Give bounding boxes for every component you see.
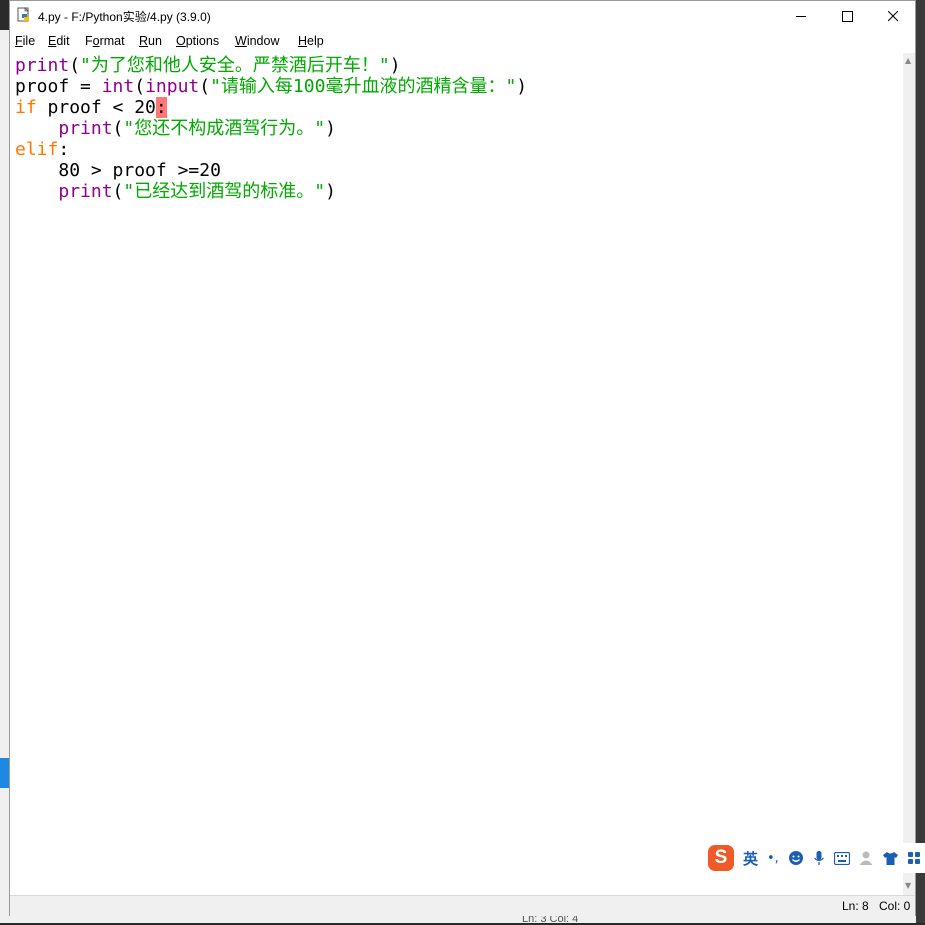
status-bar: Ln: 8 Col: 0 bbox=[10, 895, 915, 916]
microphone-icon[interactable] bbox=[813, 843, 825, 873]
desktop-background bbox=[916, 0, 925, 923]
close-button[interactable] bbox=[870, 1, 916, 31]
grid-icon[interactable] bbox=[907, 843, 920, 873]
code-line-4: print("您还不构成酒驾行为。") bbox=[58, 118, 336, 139]
ime-punctuation-toggle[interactable]: •, bbox=[767, 843, 779, 873]
ime-toolbar: S 英 •, bbox=[706, 843, 925, 873]
code-editor[interactable]: print("为了您和他人安全。严禁酒后开车！") proof = int(in… bbox=[10, 53, 903, 895]
menu-edit[interactable]: Edit bbox=[48, 34, 70, 48]
scroll-up-icon[interactable]: ▲ bbox=[905, 56, 911, 65]
ime-language-toggle[interactable]: 英 bbox=[743, 843, 758, 873]
menu-format[interactable]: Format bbox=[85, 34, 125, 48]
matching-colon-highlight: : bbox=[155, 97, 167, 118]
line-number: Ln: 8 bbox=[842, 899, 869, 913]
keyboard-icon[interactable] bbox=[833, 843, 850, 873]
code-line-2: proof = int(input("请输入每100毫升血液的酒精含量：") bbox=[15, 76, 528, 97]
idle-editor-window: 4.py - F:/Python实验/4.py (3.9.0) File Edi… bbox=[9, 0, 916, 916]
code-line-5: elif: bbox=[15, 139, 70, 160]
close-icon bbox=[887, 10, 898, 21]
code-line-1: print("为了您和他人安全。严禁酒后开车！") bbox=[15, 55, 401, 76]
code-line-3: if proof < 20: bbox=[15, 97, 167, 118]
background-window-selection bbox=[0, 758, 9, 788]
minimize-icon bbox=[795, 15, 806, 17]
menu-options[interactable]: Options bbox=[176, 34, 219, 48]
menu-help[interactable]: Help bbox=[298, 34, 324, 48]
menu-file[interactable]: File bbox=[15, 34, 35, 48]
code-line-6: 80 > proof >=20 bbox=[58, 160, 221, 181]
menu-window[interactable]: Window bbox=[235, 34, 279, 48]
python-file-icon bbox=[17, 7, 29, 22]
column-number: Col: 0 bbox=[879, 899, 911, 913]
sogou-logo-icon[interactable]: S bbox=[708, 845, 734, 871]
minimize-button[interactable] bbox=[778, 1, 824, 31]
maximize-button[interactable] bbox=[824, 1, 870, 31]
scroll-down-icon[interactable]: ▼ bbox=[905, 881, 911, 890]
emoji-icon[interactable] bbox=[788, 843, 804, 873]
shirt-icon[interactable] bbox=[882, 843, 899, 873]
user-icon[interactable] bbox=[859, 843, 873, 873]
maximize-icon bbox=[841, 10, 853, 22]
title-bar[interactable]: 4.py - F:/Python实验/4.py (3.9.0) bbox=[10, 1, 915, 31]
menu-run[interactable]: Run bbox=[139, 34, 162, 48]
menu-bar: File Edit Format Run Options Window Help bbox=[10, 31, 915, 51]
code-line-7: print("已经达到酒驾的标准。") bbox=[58, 181, 336, 202]
window-title: 4.py - F:/Python实验/4.py (3.9.0) bbox=[38, 10, 211, 24]
vertical-scrollbar[interactable]: ▲ ▼ bbox=[903, 53, 915, 895]
